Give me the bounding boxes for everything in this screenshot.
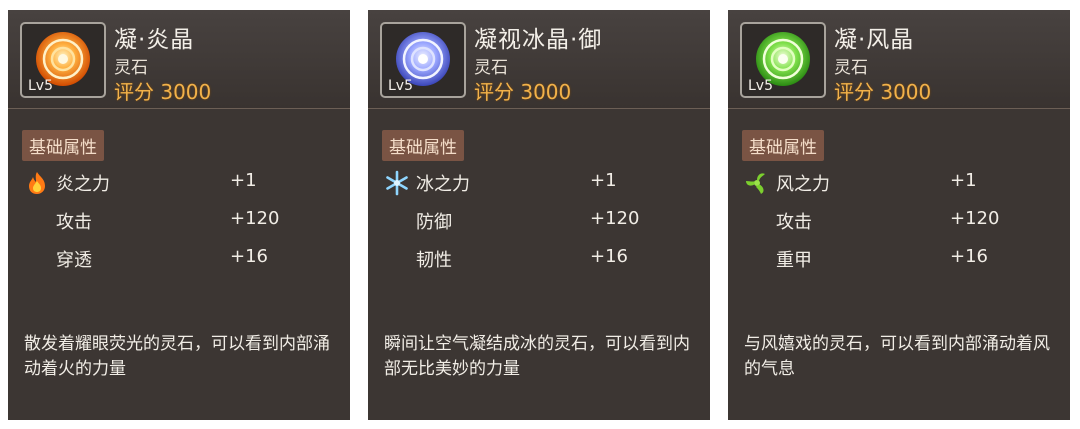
stat-label: 攻击: [56, 212, 92, 233]
stat-row: 重甲 +16: [728, 243, 1070, 273]
card-header: Lv5 凝·炎晶 灵石 评分 3000: [8, 10, 350, 109]
section-title: 基础属性: [742, 130, 824, 161]
item-level: Lv5: [388, 78, 413, 94]
item-level: Lv5: [748, 78, 773, 94]
item-name: 凝·炎晶: [114, 27, 195, 53]
stat-row: 冰之力 +1: [368, 167, 710, 197]
stat-label: 炎之力: [56, 174, 110, 195]
stat-label: 冰之力: [416, 174, 470, 195]
stat-value: +1: [950, 170, 977, 191]
card-header: Lv5 凝·风晶 灵石 评分 3000: [728, 10, 1070, 109]
item-card-ice: Lv5 凝视冰晶·御 灵石 评分 3000 基础属性 冰之力 +1 防御 +12…: [368, 10, 710, 420]
stat-value: +1: [230, 170, 257, 191]
item-description: 与风嬉戏的灵石，可以看到内部涌动着风的气息: [744, 334, 1050, 379]
stat-value: +1: [590, 170, 617, 191]
item-icon-frame[interactable]: Lv5: [380, 22, 466, 98]
stat-row: 韧性 +16: [368, 243, 710, 273]
wind-icon: [746, 173, 765, 194]
item-icon-frame[interactable]: Lv5: [20, 22, 106, 98]
stat-row: 炎之力 +1: [8, 167, 350, 197]
item-description: 瞬间让空气凝结成冰的灵石，可以看到内部无比美妙的力量: [384, 334, 690, 379]
stat-label: 攻击: [776, 212, 812, 233]
section-title: 基础属性: [22, 130, 104, 161]
item-description: 散发着耀眼荧光的灵石，可以看到内部涌动着火的力量: [24, 334, 330, 379]
item-score: 评分 3000: [474, 80, 572, 104]
item-score: 评分 3000: [834, 80, 932, 104]
item-type: 灵石: [834, 58, 868, 78]
stat-value: +16: [590, 246, 628, 267]
stat-label: 穿透: [56, 250, 92, 271]
card-header: Lv5 凝视冰晶·御 灵石 评分 3000: [368, 10, 710, 109]
item-name: 凝·风晶: [834, 27, 915, 53]
snowflake-icon: [386, 170, 408, 196]
item-type: 灵石: [114, 58, 148, 78]
stat-value: +120: [950, 208, 1000, 229]
stat-value: +16: [950, 246, 988, 267]
item-card-wind: Lv5 凝·风晶 灵石 评分 3000 基础属性 风之力 +1 攻击 +120 …: [728, 10, 1070, 420]
stat-row: 穿透 +16: [8, 243, 350, 273]
stat-label: 风之力: [776, 174, 830, 195]
stat-value: +120: [590, 208, 640, 229]
stat-value: +120: [230, 208, 280, 229]
item-name: 凝视冰晶·御: [474, 27, 603, 53]
stat-row: 攻击 +120: [728, 205, 1070, 235]
stat-row: 攻击 +120: [8, 205, 350, 235]
fire-icon: [29, 172, 45, 194]
stat-label: 防御: [416, 212, 452, 233]
stat-label: 重甲: [776, 250, 812, 271]
item-card-fire: Lv5 凝·炎晶 灵石 评分 3000 基础属性 炎之力 +1 攻击 +120 …: [8, 10, 350, 420]
stat-row: 风之力 +1: [728, 167, 1070, 197]
section-title: 基础属性: [382, 130, 464, 161]
stat-label: 韧性: [416, 250, 452, 271]
item-level: Lv5: [28, 78, 53, 94]
item-type: 灵石: [474, 58, 508, 78]
item-score: 评分 3000: [114, 80, 212, 104]
item-icon-frame[interactable]: Lv5: [740, 22, 826, 98]
stat-row: 防御 +120: [368, 205, 710, 235]
stat-value: +16: [230, 246, 268, 267]
